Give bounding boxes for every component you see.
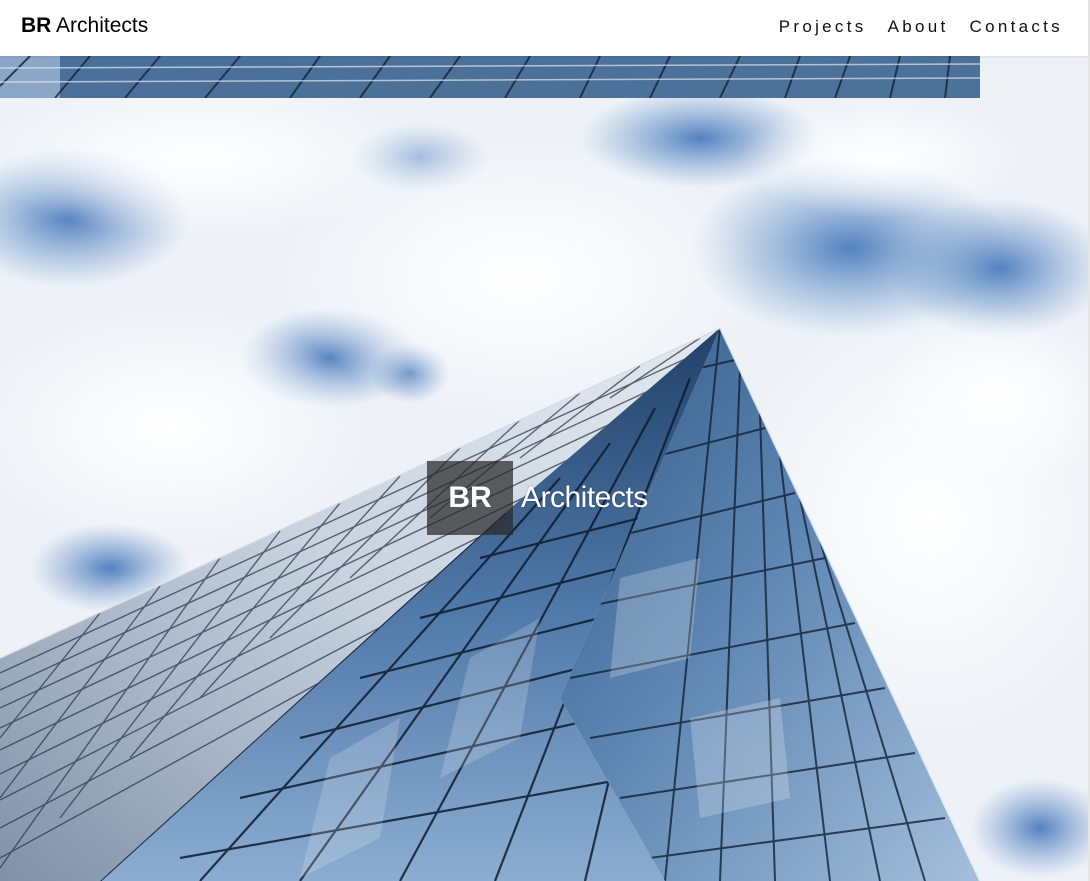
brand-logo-bold: BR <box>21 14 52 37</box>
top-navbar: BR Architects Projects About Contacts <box>0 0 1088 56</box>
hero-title-badge: BR <box>427 461 513 535</box>
hero-title: BR Architects <box>427 461 648 535</box>
brand-logo-text: Architects <box>56 14 149 37</box>
hero-image-strip <box>0 56 1088 98</box>
brand-logo[interactable]: BR Architects <box>21 14 148 38</box>
nav-link-projects[interactable]: Projects <box>779 17 867 37</box>
nav-link-about[interactable]: About <box>888 17 949 37</box>
nav-link-contacts[interactable]: Contacts <box>970 17 1064 37</box>
hero-title-word: Architects <box>521 481 648 514</box>
page: BR Architects BR Architects Projects Abo… <box>0 0 1090 881</box>
nav-links: Projects About Contacts <box>779 17 1063 37</box>
